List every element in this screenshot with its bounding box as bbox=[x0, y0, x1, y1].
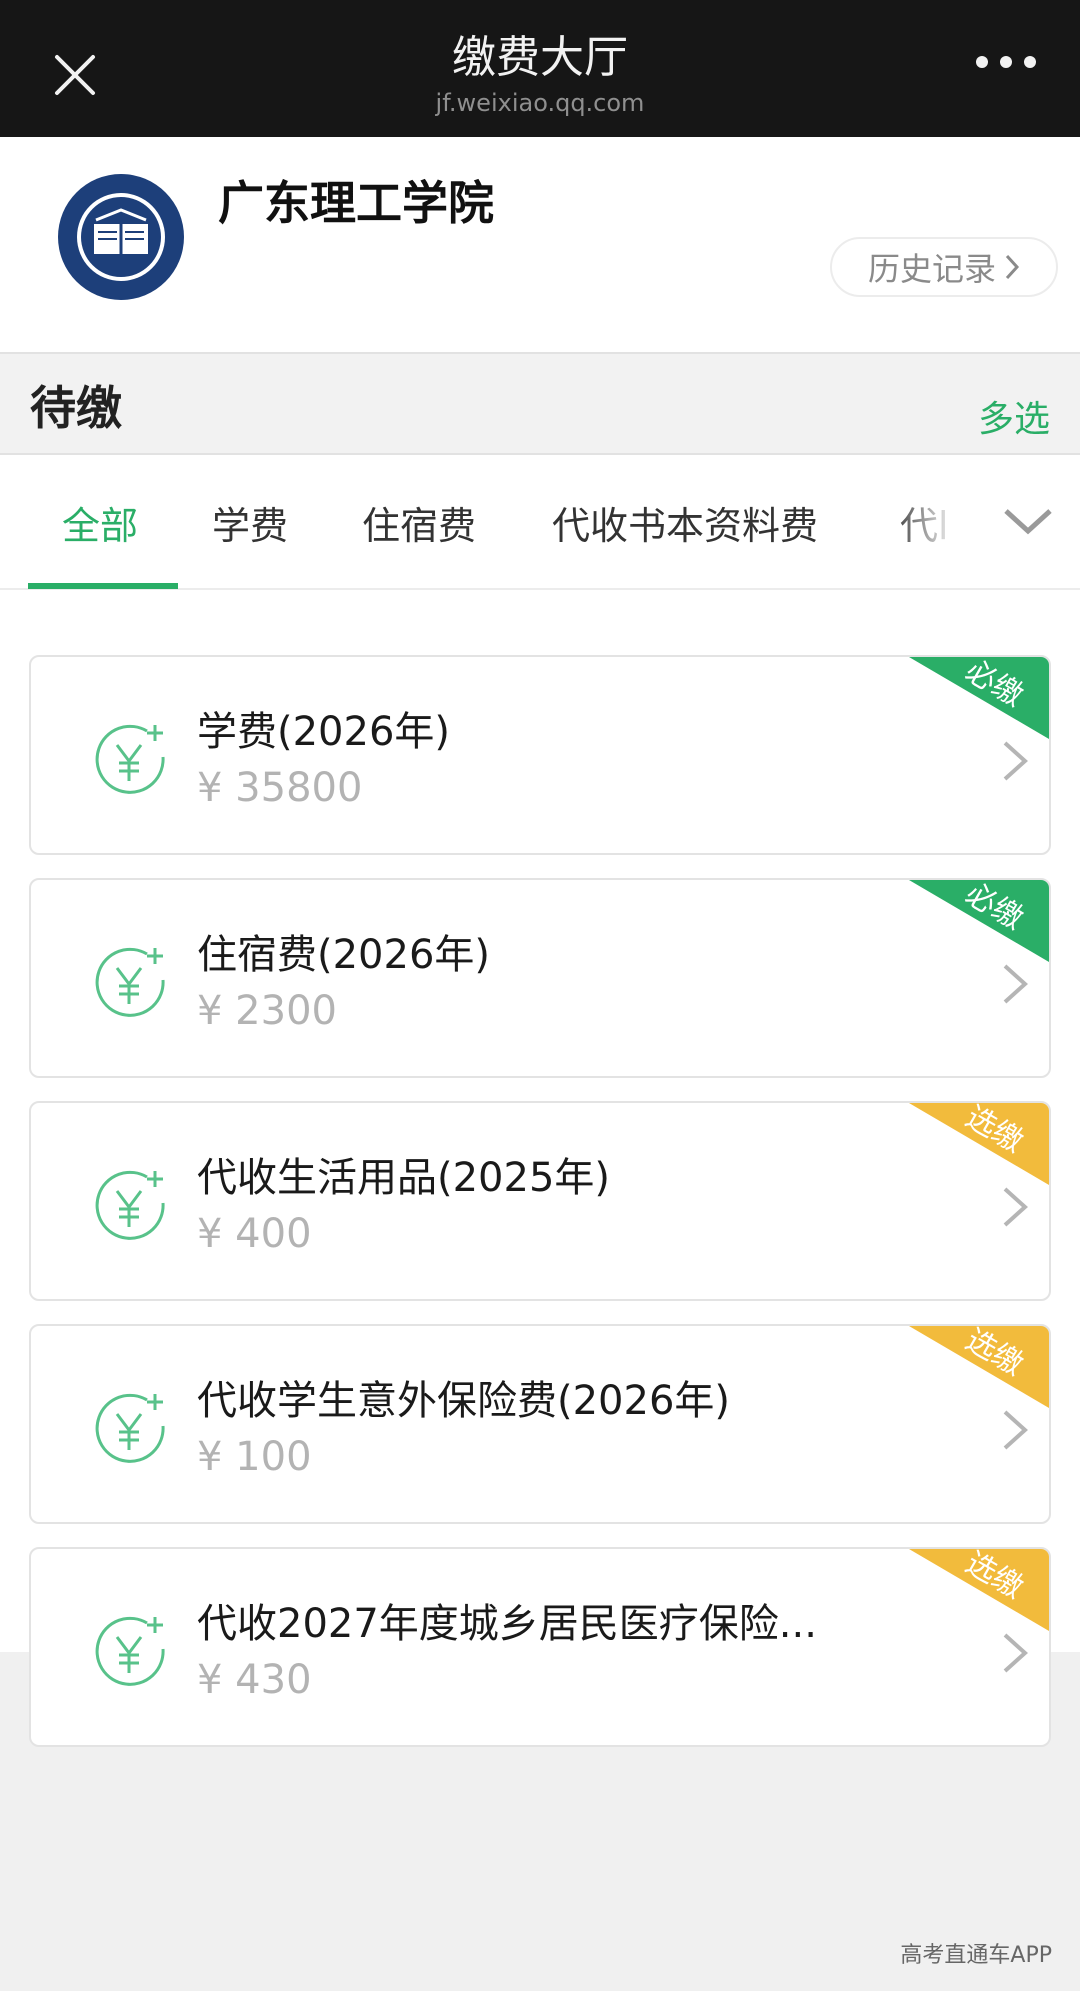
page-title: 缴费大厅 bbox=[452, 32, 628, 83]
fee-list: 学费(2026年) ¥ 35800 必缴 住宿费(2026年) ¥ 2300 必… bbox=[0, 590, 1080, 1747]
more-dots-icon bbox=[1000, 56, 1012, 68]
required-tag: 必缴 bbox=[909, 657, 1049, 739]
school-logo bbox=[58, 174, 184, 300]
chevron-right-icon bbox=[1003, 1410, 1028, 1450]
chevron-right-icon bbox=[1005, 254, 1020, 280]
fee-title: 代收生活用品(2025年) bbox=[197, 1155, 611, 1201]
fee-card[interactable]: 住宿费(2026年) ¥ 2300 必缴 bbox=[29, 878, 1051, 1078]
history-button[interactable]: 历史记录 bbox=[830, 237, 1058, 297]
school-name: 广东理工学院 bbox=[218, 176, 494, 230]
more-dots-icon bbox=[976, 56, 988, 68]
pending-section-header: 待缴 多选 bbox=[0, 352, 1080, 455]
optional-tag: 选缴 bbox=[909, 1103, 1049, 1185]
chevron-right-icon bbox=[1003, 1633, 1028, 1673]
fee-card[interactable]: 学费(2026年) ¥ 35800 必缴 bbox=[29, 655, 1051, 855]
fee-amount: ¥ 35800 bbox=[197, 765, 363, 811]
school-header: 广东理工学院 历史记录 bbox=[0, 137, 1080, 352]
yuan-add-icon bbox=[95, 1170, 165, 1240]
tab-accommodation[interactable]: 住宿费 bbox=[362, 495, 476, 550]
yuan-add-icon bbox=[95, 724, 165, 794]
tab-all[interactable]: 全部 bbox=[62, 495, 138, 550]
multi-select-button[interactable]: 多选 bbox=[978, 390, 1050, 442]
yuan-add-icon bbox=[95, 1393, 165, 1463]
fee-amount: ¥ 400 bbox=[197, 1211, 312, 1257]
top-navigation-bar: 缴费大厅 jf.weixiao.qq.com bbox=[0, 0, 1080, 137]
fee-category-tabs: 全部 学费 住宿费 代收书本资料费 代l bbox=[0, 455, 1080, 590]
chevron-right-icon bbox=[1003, 964, 1028, 1004]
section-title: 待缴 bbox=[30, 381, 122, 435]
tab-books[interactable]: 代收书本资料费 bbox=[552, 495, 818, 550]
fee-title: 代收2027年度城乡居民医疗保险... bbox=[197, 1601, 817, 1647]
tab-tuition[interactable]: 学费 bbox=[212, 495, 288, 550]
more-dots-icon bbox=[1024, 56, 1036, 68]
fee-card[interactable]: 代收生活用品(2025年) ¥ 400 选缴 bbox=[29, 1101, 1051, 1301]
fee-card[interactable]: 代收2027年度城乡居民医疗保险... ¥ 430 选缴 bbox=[29, 1547, 1051, 1747]
chevron-right-icon bbox=[1003, 741, 1028, 781]
optional-tag: 选缴 bbox=[909, 1549, 1049, 1631]
chevron-right-icon bbox=[1003, 1187, 1028, 1227]
yuan-add-icon bbox=[95, 1616, 165, 1686]
watermark: 高考直通车APP bbox=[900, 1943, 1052, 1968]
fee-title: 学费(2026年) bbox=[197, 709, 451, 755]
more-button[interactable] bbox=[968, 56, 1044, 68]
fee-title: 住宿费(2026年) bbox=[197, 932, 491, 978]
fee-card[interactable]: 代收学生意外保险费(2026年) ¥ 100 选缴 bbox=[29, 1324, 1051, 1524]
yuan-add-icon bbox=[95, 947, 165, 1017]
optional-tag: 选缴 bbox=[909, 1326, 1049, 1408]
fee-amount: ¥ 100 bbox=[197, 1434, 312, 1480]
required-tag: 必缴 bbox=[909, 880, 1049, 962]
page-url: jf.weixiao.qq.com bbox=[435, 89, 645, 117]
fee-amount: ¥ 430 bbox=[197, 1657, 312, 1703]
active-tab-indicator bbox=[28, 583, 178, 589]
fee-title: 代收学生意外保险费(2026年) bbox=[197, 1378, 731, 1424]
chevron-down-icon[interactable] bbox=[1000, 501, 1056, 541]
fee-amount: ¥ 2300 bbox=[197, 988, 337, 1034]
history-label: 历史记录 bbox=[867, 250, 996, 288]
